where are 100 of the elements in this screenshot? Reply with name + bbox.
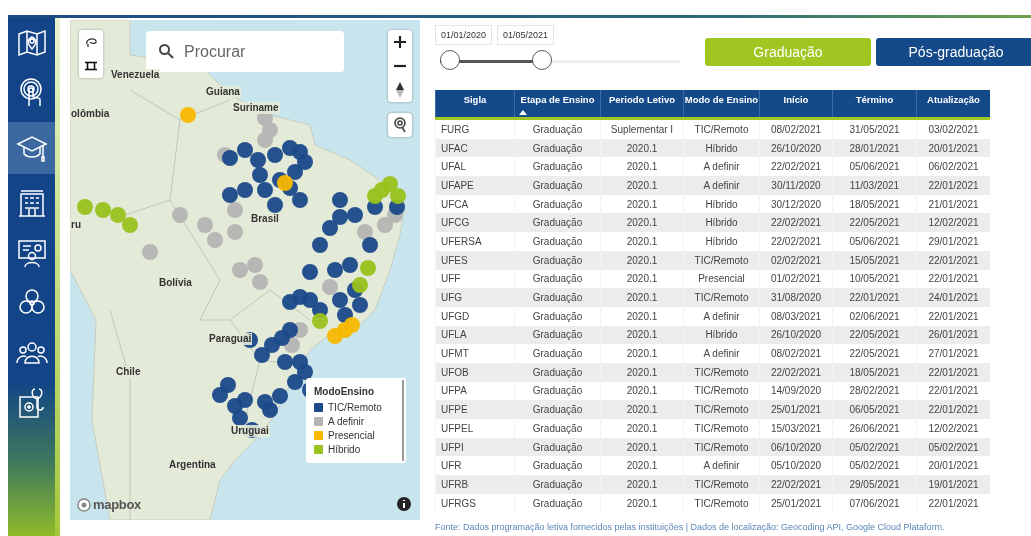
table-cell: 22/02/2021 <box>759 232 833 251</box>
column-header[interactable]: Modo de Ensino <box>683 90 760 119</box>
table-cell: Graduação <box>514 325 601 345</box>
table-cell: TIC/Remoto <box>683 400 760 419</box>
start-date-field[interactable]: 01/01/2020 <box>435 25 493 45</box>
table-cell: 06/05/2021 <box>832 400 917 419</box>
column-header[interactable]: Atualização <box>916 90 990 119</box>
legend-label: Presencial <box>328 430 375 441</box>
table-cell: UFPEL <box>435 419 515 438</box>
table-cell: 2020.1 <box>600 232 684 251</box>
table-cell: 11/03/2021 <box>832 176 917 195</box>
table-cell: UFCG <box>435 213 515 233</box>
table-cell: 03/02/2021 <box>916 118 990 139</box>
table-cell: 22/01/2021 <box>916 306 990 326</box>
country-label: olômbia <box>70 108 111 120</box>
table-cell: UFAC <box>435 138 515 158</box>
column-header[interactable]: Término <box>832 90 917 119</box>
table-cell: 12/02/2021 <box>916 419 990 438</box>
table-cell: 15/05/2021 <box>832 250 917 270</box>
column-header[interactable]: Etapa de Ensino <box>514 90 601 119</box>
legend-title: ModoEnsino <box>314 386 375 397</box>
map-pin-icon <box>16 28 47 58</box>
table-cell: 2020.1 <box>600 475 684 494</box>
table-cell: TIC/Remoto <box>683 493 760 513</box>
table-cell: 25/01/2021 <box>759 400 833 419</box>
table-cell: UFES <box>435 250 515 270</box>
table-cell: A definir <box>683 344 760 363</box>
table-cell: TIC/Remoto <box>683 419 760 438</box>
column-header[interactable]: Sigla <box>435 90 515 119</box>
table-cell: 22/05/2021 <box>832 213 917 233</box>
table-cell: 2020.1 <box>600 362 684 382</box>
table-cell: 2020.1 <box>600 400 684 419</box>
table-cell: UFMT <box>435 344 515 363</box>
table-cell: Híbrido <box>683 213 760 233</box>
table-cell: UFRGS <box>435 493 515 513</box>
table-cell: 07/06/2021 <box>832 493 917 513</box>
table-cell: A definir <box>683 306 760 326</box>
table-cell: TIC/Remoto <box>683 288 760 307</box>
table-cell: 2020.1 <box>600 138 684 158</box>
table-cell: UFLA <box>435 325 515 345</box>
zoom-search-icon[interactable] <box>388 113 412 137</box>
table-cell: 20/01/2021 <box>916 138 990 158</box>
search-icon <box>158 43 174 59</box>
table-cell: 22/02/2021 <box>759 362 833 382</box>
table-cell: Graduação <box>514 362 601 382</box>
table-cell: 2020.1 <box>600 250 684 270</box>
table-cell: 22/01/2021 <box>832 288 917 307</box>
table-cell: 2020.1 <box>600 213 684 233</box>
country-label: Guiana <box>205 86 241 98</box>
table-cell: UFPE <box>435 400 515 419</box>
table-cell: 18/05/2021 <box>832 362 917 382</box>
info-icon[interactable] <box>396 496 412 512</box>
table-cell: 28/01/2021 <box>832 138 917 158</box>
column-header[interactable]: Periodo Letivo <box>600 90 684 119</box>
building-icon <box>16 188 47 218</box>
table-cell: FURG <box>435 118 515 139</box>
table-cell: 26/10/2020 <box>759 325 833 345</box>
graduation-cap-icon <box>15 133 48 163</box>
table-cell: Híbrido <box>683 325 760 345</box>
table-cell: 22/02/2021 <box>759 213 833 233</box>
table-cell: 2020.1 <box>600 306 684 326</box>
table-cell: 22/01/2021 <box>916 400 990 419</box>
mapbox-logo-icon <box>77 497 91 512</box>
postgraduate-button[interactable]: Pós-graduação <box>876 38 1031 66</box>
table-cell: Híbrido <box>683 138 760 158</box>
table-cell: 05/02/2021 <box>916 437 990 457</box>
country-label: Argentina <box>168 459 217 471</box>
table-cell: 31/05/2021 <box>832 118 917 139</box>
table-cell: Graduação <box>514 419 601 438</box>
table-cell: 2020.1 <box>600 419 684 438</box>
table-cell: Graduação <box>514 213 601 233</box>
sort-up-icon <box>519 110 527 115</box>
people-icon <box>15 339 48 367</box>
country-label: Bolívia <box>158 277 193 289</box>
table-cell: 31/08/2020 <box>759 288 833 307</box>
table-cell: 2020.1 <box>600 493 684 513</box>
table-cell: 05/06/2021 <box>832 232 917 251</box>
slider-handle[interactable] <box>531 50 552 70</box>
slider-handle[interactable] <box>440 50 460 70</box>
medical-book-icon <box>16 387 47 419</box>
country-label: Paraguai <box>208 333 253 345</box>
country-label: ru <box>70 219 82 231</box>
table-cell: Graduação <box>514 250 601 270</box>
table-cell: Graduação <box>514 475 601 494</box>
table-cell: 2020.1 <box>600 176 684 195</box>
table-cell: UFG <box>435 288 515 307</box>
table-cell: 2020.1 <box>600 437 684 457</box>
table-cell: 19/01/2021 <box>916 475 990 494</box>
mapbox-logo-text: mapbox <box>93 497 142 512</box>
column-header[interactable]: Início <box>759 90 833 119</box>
table-cell: Graduação <box>514 306 601 326</box>
map[interactable]: Procurar Venezuela Guiana Suriname olômbia Brasil ru Bolívia Paraguai Chile ModoEnsino TIC/Remoto A definir Presencial Híbrido Uruguai Argentina mapbox <box>70 20 420 520</box>
table-cell: 2020.1 <box>600 325 684 345</box>
table-cell: Graduação <box>514 232 601 251</box>
nav-item[interactable] <box>8 122 55 174</box>
table-cell: TIC/Remoto <box>683 475 760 494</box>
table-cell: 29/01/2021 <box>916 232 990 251</box>
table-cell: 30/11/2020 <box>759 176 833 195</box>
end-date-field[interactable]: 01/05/2021 <box>497 25 555 45</box>
table-cell: UFRB <box>435 475 515 494</box>
